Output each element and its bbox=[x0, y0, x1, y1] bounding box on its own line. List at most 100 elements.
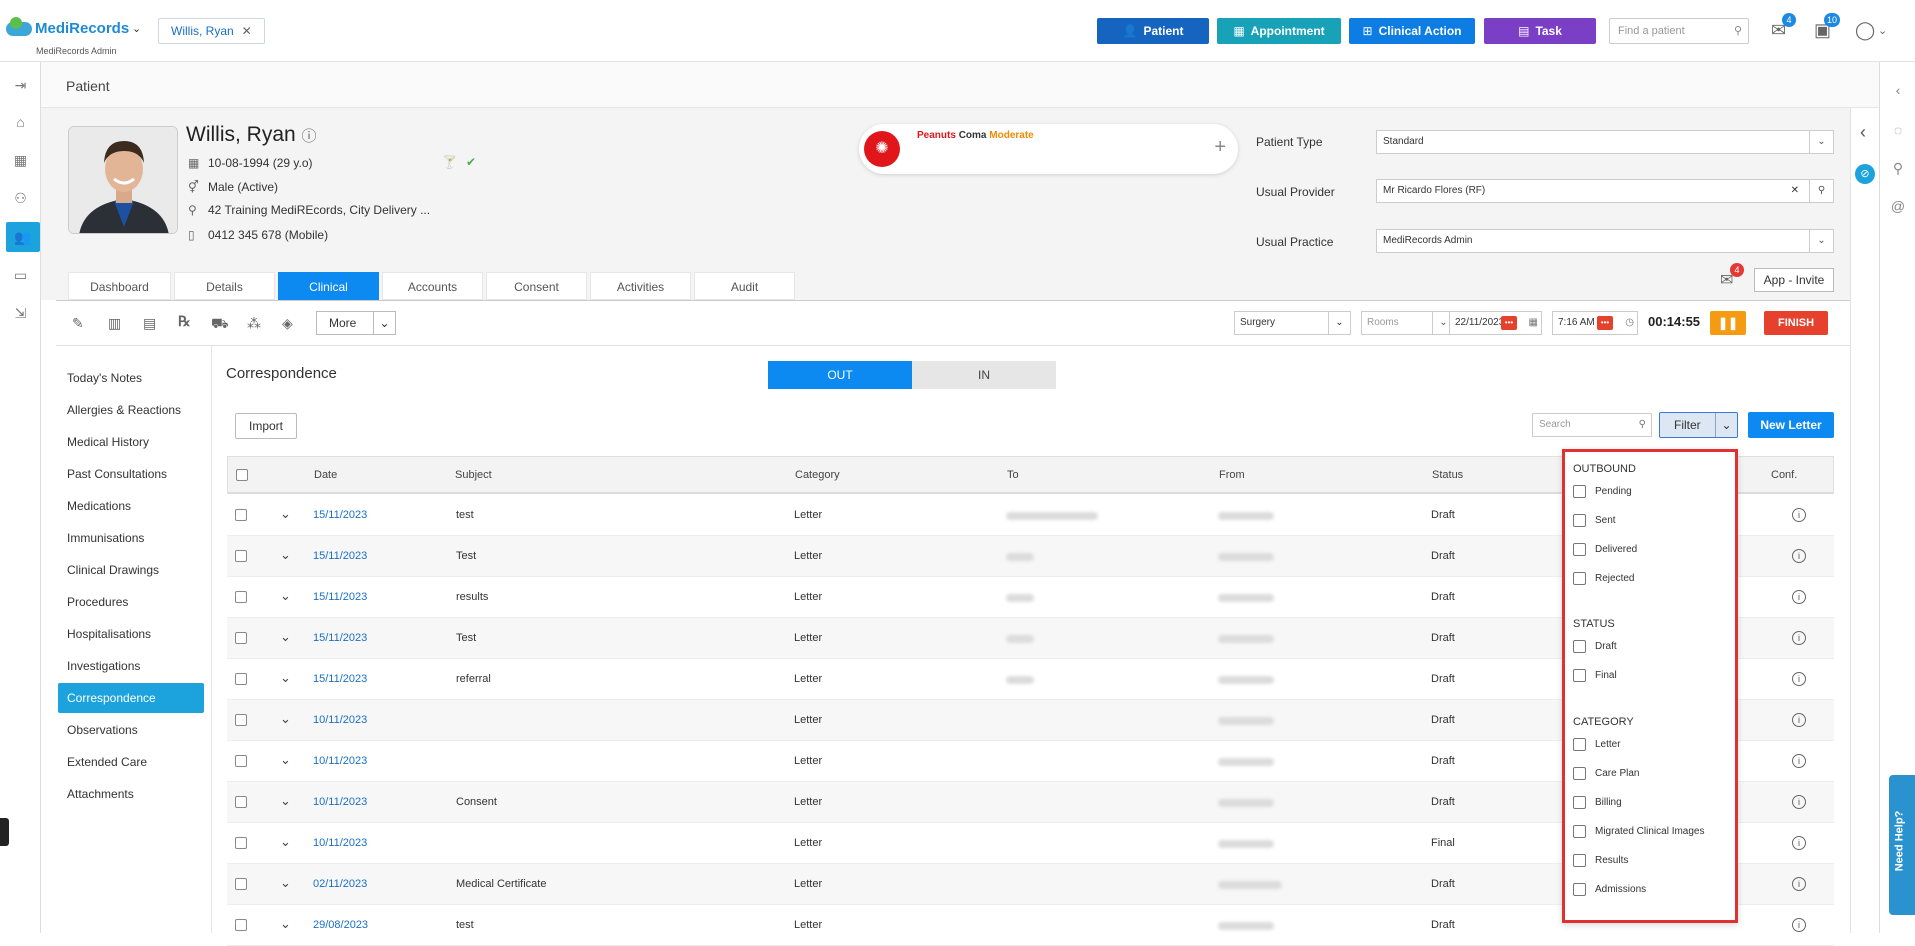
filter-option-delivered[interactable]: Delivered bbox=[1573, 543, 1637, 556]
clear-icon[interactable]: ✕ bbox=[1791, 180, 1799, 202]
info-icon[interactable]: i bbox=[1792, 836, 1806, 850]
checkbox[interactable] bbox=[1573, 825, 1586, 838]
document-icon[interactable]: ▤ bbox=[143, 315, 156, 332]
allergy-card[interactable]: ✺ Peanuts Coma Moderate + bbox=[859, 124, 1238, 174]
sidenav-extended-care[interactable]: Extended Care bbox=[58, 747, 204, 777]
export-folder-icon[interactable]: ⇲ bbox=[0, 298, 41, 328]
row-checkbox[interactable] bbox=[235, 878, 247, 890]
col-date[interactable]: Date bbox=[314, 469, 337, 481]
expand-chevron-icon[interactable]: ⌄ bbox=[280, 629, 291, 645]
sidenav-past-consultations[interactable]: Past Consultations bbox=[58, 459, 204, 489]
row-date[interactable]: 02/11/2023 bbox=[313, 878, 367, 890]
checkbox[interactable] bbox=[1573, 640, 1586, 653]
appointment-button[interactable]: ▦ Appointment bbox=[1217, 18, 1341, 44]
row-checkbox[interactable] bbox=[235, 919, 247, 931]
tab-clinical[interactable]: Clinical bbox=[278, 272, 379, 300]
side-handle[interactable] bbox=[0, 818, 9, 846]
filter-option-letter[interactable]: Letter bbox=[1573, 738, 1621, 751]
folder-icon[interactable]: ▭ bbox=[0, 260, 41, 290]
checkbox[interactable] bbox=[1573, 883, 1586, 896]
finish-button[interactable]: FINISH bbox=[1764, 311, 1828, 335]
filter-option-sent[interactable]: Sent bbox=[1573, 514, 1616, 527]
search-icon[interactable]: ⚲ bbox=[1734, 19, 1742, 43]
expand-chevron-icon[interactable]: ⌄ bbox=[280, 752, 291, 768]
sidenav-procedures[interactable]: Procedures bbox=[58, 587, 204, 617]
chevron-down-icon[interactable]: ⌄ bbox=[1878, 24, 1887, 37]
location-select[interactable]: Surgery ⌄ bbox=[1234, 311, 1351, 335]
expand-chevron-icon[interactable]: ⌄ bbox=[280, 547, 291, 563]
col-status[interactable]: Status bbox=[1432, 469, 1463, 481]
tab-out[interactable]: OUT bbox=[768, 361, 912, 389]
pause-button[interactable]: ❚❚ bbox=[1710, 311, 1746, 335]
sidenav-investigations[interactable]: Investigations bbox=[58, 651, 204, 681]
network-icon[interactable]: ⁂ bbox=[247, 315, 261, 332]
time-field[interactable]: 7:16 AM ••• ◷ bbox=[1552, 311, 1638, 335]
date-field[interactable]: 22/11/2023 ••• ▦ bbox=[1449, 311, 1542, 335]
info-icon[interactable]: i bbox=[1792, 795, 1806, 809]
pin-icon[interactable]: ⚲ bbox=[1880, 160, 1915, 177]
info-icon[interactable]: i bbox=[1792, 918, 1806, 932]
prescription-icon[interactable]: ℞ bbox=[178, 313, 191, 330]
task-button[interactable]: ▤ Task bbox=[1484, 18, 1596, 44]
row-checkbox[interactable] bbox=[235, 509, 247, 521]
checkbox[interactable] bbox=[1573, 543, 1586, 556]
sidenav-hospitalisations[interactable]: Hospitalisations bbox=[58, 619, 204, 649]
open-patient-tab[interactable]: Willis, Ryan ✕ bbox=[158, 18, 265, 44]
row-checkbox[interactable] bbox=[235, 673, 247, 685]
tab-activities[interactable]: Activities bbox=[590, 272, 691, 300]
rooms-select[interactable]: Rooms ⌄ bbox=[1361, 311, 1455, 335]
checkbox[interactable] bbox=[1573, 796, 1586, 809]
select-all-checkbox[interactable] bbox=[236, 469, 248, 481]
patients-icon[interactable]: 👥 bbox=[6, 222, 40, 252]
at-icon[interactable]: @ bbox=[1880, 198, 1915, 214]
col-to[interactable]: To bbox=[1007, 469, 1019, 481]
checkbox[interactable] bbox=[1573, 854, 1586, 867]
col-from[interactable]: From bbox=[1219, 469, 1245, 481]
expand-chevron-icon[interactable]: ⌄ bbox=[280, 916, 291, 932]
chevron-down-icon[interactable]: ⌄ bbox=[132, 22, 141, 35]
col-subject[interactable]: Subject bbox=[455, 469, 492, 481]
row-date[interactable]: 15/11/2023 bbox=[313, 591, 367, 603]
expand-chevron-icon[interactable]: ⌄ bbox=[280, 834, 291, 850]
more-dots-icon[interactable]: ••• bbox=[1597, 316, 1613, 330]
filter-option-results[interactable]: Results bbox=[1573, 854, 1628, 867]
add-allergy-icon[interactable]: + bbox=[1214, 136, 1226, 159]
row-date[interactable]: 10/11/2023 bbox=[313, 796, 367, 808]
import-button[interactable]: Import bbox=[235, 413, 297, 439]
sidenav-medications[interactable]: Medications bbox=[58, 491, 204, 521]
expand-chevron-icon[interactable]: ⌄ bbox=[280, 875, 291, 891]
info-icon[interactable]: i bbox=[1792, 508, 1806, 522]
home-icon[interactable]: ⌂ bbox=[0, 107, 41, 137]
search-icon[interactable]: ⚲ bbox=[1639, 414, 1646, 436]
filter-option-care-plan[interactable]: Care Plan bbox=[1573, 767, 1639, 780]
row-date[interactable]: 15/11/2023 bbox=[313, 673, 367, 685]
people-icon[interactable]: ⚇ bbox=[0, 183, 41, 213]
sidenav-immunisations[interactable]: Immunisations bbox=[58, 523, 204, 553]
info-icon[interactable]: i bbox=[1792, 754, 1806, 768]
filter-option-rejected[interactable]: Rejected bbox=[1573, 572, 1634, 585]
sidenav-attachments[interactable]: Attachments bbox=[58, 779, 204, 809]
calendar-icon[interactable]: ▦ bbox=[1529, 312, 1538, 334]
sidenav-correspondence[interactable]: Correspondence bbox=[58, 683, 204, 713]
checkbox[interactable] bbox=[1573, 669, 1586, 682]
more-dots-icon[interactable]: ••• bbox=[1501, 316, 1517, 330]
tab-accounts[interactable]: Accounts bbox=[382, 272, 483, 300]
row-checkbox[interactable] bbox=[235, 632, 247, 644]
expand-chevron-icon[interactable]: ⌄ bbox=[280, 670, 291, 686]
row-date[interactable]: 15/11/2023 bbox=[313, 632, 367, 644]
checkbox[interactable] bbox=[1573, 738, 1586, 751]
row-date[interactable]: 15/11/2023 bbox=[313, 509, 367, 521]
filter-option-pending[interactable]: Pending bbox=[1573, 485, 1632, 498]
row-date[interactable]: 10/11/2023 bbox=[313, 714, 367, 726]
filter-option-billing[interactable]: Billing bbox=[1573, 796, 1622, 809]
more-button[interactable]: More ⌄ bbox=[316, 311, 396, 335]
chevron-left-icon[interactable]: ‹ bbox=[1860, 122, 1866, 143]
chevron-left-icon[interactable]: ‹ bbox=[1880, 82, 1915, 98]
sidenav-allergies[interactable]: Allergies & Reactions bbox=[58, 395, 204, 425]
clock-icon[interactable]: ◷ bbox=[1625, 312, 1634, 334]
user-profile-icon[interactable]: ◯ bbox=[1855, 20, 1875, 41]
filter-button[interactable]: Filter ⌄ bbox=[1659, 412, 1738, 438]
usual-provider-field[interactable]: Mr Ricardo Flores (RF) ✕ ⚲ bbox=[1376, 179, 1834, 203]
info-icon[interactable]: i bbox=[1792, 877, 1806, 891]
checkbox[interactable] bbox=[1573, 485, 1586, 498]
